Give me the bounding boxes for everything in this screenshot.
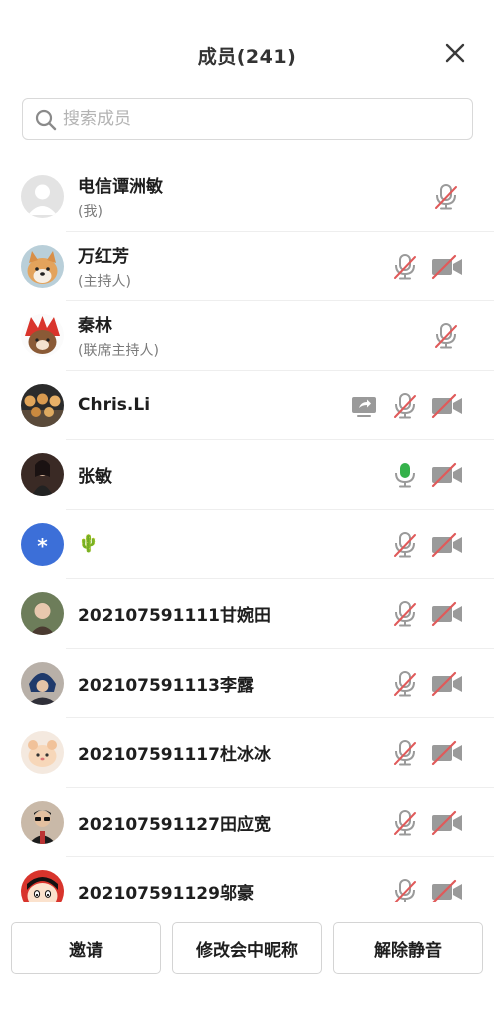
member-name: 202107591113李露 bbox=[78, 675, 254, 696]
mic-muted-icon[interactable] bbox=[391, 253, 419, 281]
unmute-button[interactable]: 解除静音 bbox=[333, 922, 483, 974]
member-name: 万红芳 bbox=[78, 246, 129, 267]
member-name: Chris.Li bbox=[78, 395, 151, 416]
mic-active-icon[interactable] bbox=[391, 461, 419, 489]
screen-share-icon bbox=[350, 392, 378, 420]
mic-muted-icon[interactable] bbox=[391, 809, 419, 837]
camera-off-icon[interactable] bbox=[430, 600, 464, 628]
member-name: 202107591127田应宽 bbox=[78, 814, 271, 835]
camera-off-icon[interactable] bbox=[430, 670, 464, 698]
footer-bar: 邀请 修改会中昵称 解除静音 bbox=[0, 905, 494, 1022]
member-name: 202107591129邬豪 bbox=[78, 884, 254, 902]
member-info: 张敏 bbox=[78, 440, 112, 510]
camera-off-icon[interactable] bbox=[430, 253, 464, 281]
header: 成员(241) bbox=[0, 30, 494, 80]
member-info: 电信谭洲敏 (我) bbox=[78, 162, 163, 232]
avatar bbox=[21, 244, 64, 288]
member-info: 万红芳 (主持人) bbox=[78, 232, 131, 302]
mic-muted-icon[interactable] bbox=[391, 878, 419, 902]
member-info: 202107591127田应宽 bbox=[78, 788, 271, 858]
member-row[interactable]: 秦林 (联席主持人) bbox=[0, 301, 494, 371]
member-row[interactable]: 202107591129邬豪 bbox=[0, 857, 494, 902]
member-row[interactable]: * 🌵 bbox=[0, 510, 494, 580]
member-info: 秦林 (联席主持人) bbox=[78, 301, 159, 371]
member-role: (联席主持人) bbox=[78, 343, 159, 360]
member-row[interactable]: 202107591117杜冰冰 bbox=[0, 718, 494, 788]
member-name: 202107591117杜冰冰 bbox=[78, 745, 271, 766]
avatar bbox=[21, 175, 64, 218]
member-role: (我) bbox=[78, 204, 103, 221]
svg-text:*: * bbox=[37, 534, 48, 558]
member-info: 202107591117杜冰冰 bbox=[78, 718, 271, 788]
member-info: 202107591111甘婉田 bbox=[78, 579, 271, 649]
member-row[interactable]: Chris.Li bbox=[0, 371, 494, 441]
member-info: 🌵 bbox=[78, 510, 99, 580]
member-name: 🌵 bbox=[78, 534, 100, 555]
member-info: 202107591113李露 bbox=[78, 649, 254, 719]
mic-muted-icon[interactable] bbox=[432, 183, 460, 211]
mic-muted-icon[interactable] bbox=[391, 392, 419, 420]
camera-off-icon[interactable] bbox=[430, 531, 464, 559]
search-box[interactable] bbox=[22, 98, 473, 140]
search-icon bbox=[35, 109, 57, 131]
camera-off-icon[interactable] bbox=[430, 461, 464, 489]
mic-muted-icon[interactable] bbox=[391, 739, 419, 767]
avatar bbox=[21, 592, 64, 635]
avatar bbox=[21, 453, 64, 496]
camera-off-icon[interactable] bbox=[430, 878, 464, 902]
member-name: 202107591111甘婉田 bbox=[78, 606, 271, 627]
avatar bbox=[21, 731, 64, 774]
avatar bbox=[21, 661, 64, 705]
mic-muted-icon[interactable] bbox=[391, 670, 419, 698]
page-title: 成员(241) bbox=[197, 46, 297, 68]
member-name: 张敏 bbox=[78, 467, 112, 488]
avatar bbox=[21, 314, 64, 357]
mic-muted-icon[interactable] bbox=[391, 600, 419, 628]
member-row[interactable]: 202107591127田应宽 bbox=[0, 788, 494, 858]
camera-off-icon[interactable] bbox=[430, 392, 464, 420]
member-row[interactable]: 电信谭洲敏 (我) bbox=[0, 162, 494, 232]
member-role: (主持人) bbox=[78, 273, 131, 290]
invite-button[interactable]: 邀请 bbox=[11, 922, 161, 974]
member-info: 202107591129邬豪 bbox=[78, 857, 254, 902]
members-sheet: 成员(241) 电信谭洲敏 (我) 万红芳 (主持人) 秦林 (联席主持人) Chris.L… bbox=[0, 0, 494, 1022]
avatar: * bbox=[21, 522, 64, 566]
avatar bbox=[21, 870, 64, 902]
member-name: 秦林 bbox=[78, 316, 112, 337]
mic-muted-icon[interactable] bbox=[391, 531, 419, 559]
rename-button[interactable]: 修改会中昵称 bbox=[172, 922, 322, 974]
avatar bbox=[21, 383, 64, 427]
member-name: 电信谭洲敏 bbox=[78, 177, 163, 198]
mic-muted-icon[interactable] bbox=[432, 322, 460, 350]
member-list[interactable]: 电信谭洲敏 (我) 万红芳 (主持人) 秦林 (联席主持人) Chris.Li 张敏 * 🌵 202… bbox=[0, 162, 494, 902]
search-input[interactable] bbox=[63, 99, 463, 139]
member-row[interactable]: 张敏 bbox=[0, 440, 494, 510]
camera-off-icon[interactable] bbox=[430, 809, 464, 837]
close-icon[interactable] bbox=[440, 38, 470, 68]
member-info: Chris.Li bbox=[78, 371, 150, 441]
camera-off-icon[interactable] bbox=[430, 739, 464, 767]
member-row[interactable]: 202107591113李露 bbox=[0, 649, 494, 719]
avatar bbox=[21, 800, 64, 844]
member-row[interactable]: 万红芳 (主持人) bbox=[0, 232, 494, 302]
member-row[interactable]: 202107591111甘婉田 bbox=[0, 579, 494, 649]
